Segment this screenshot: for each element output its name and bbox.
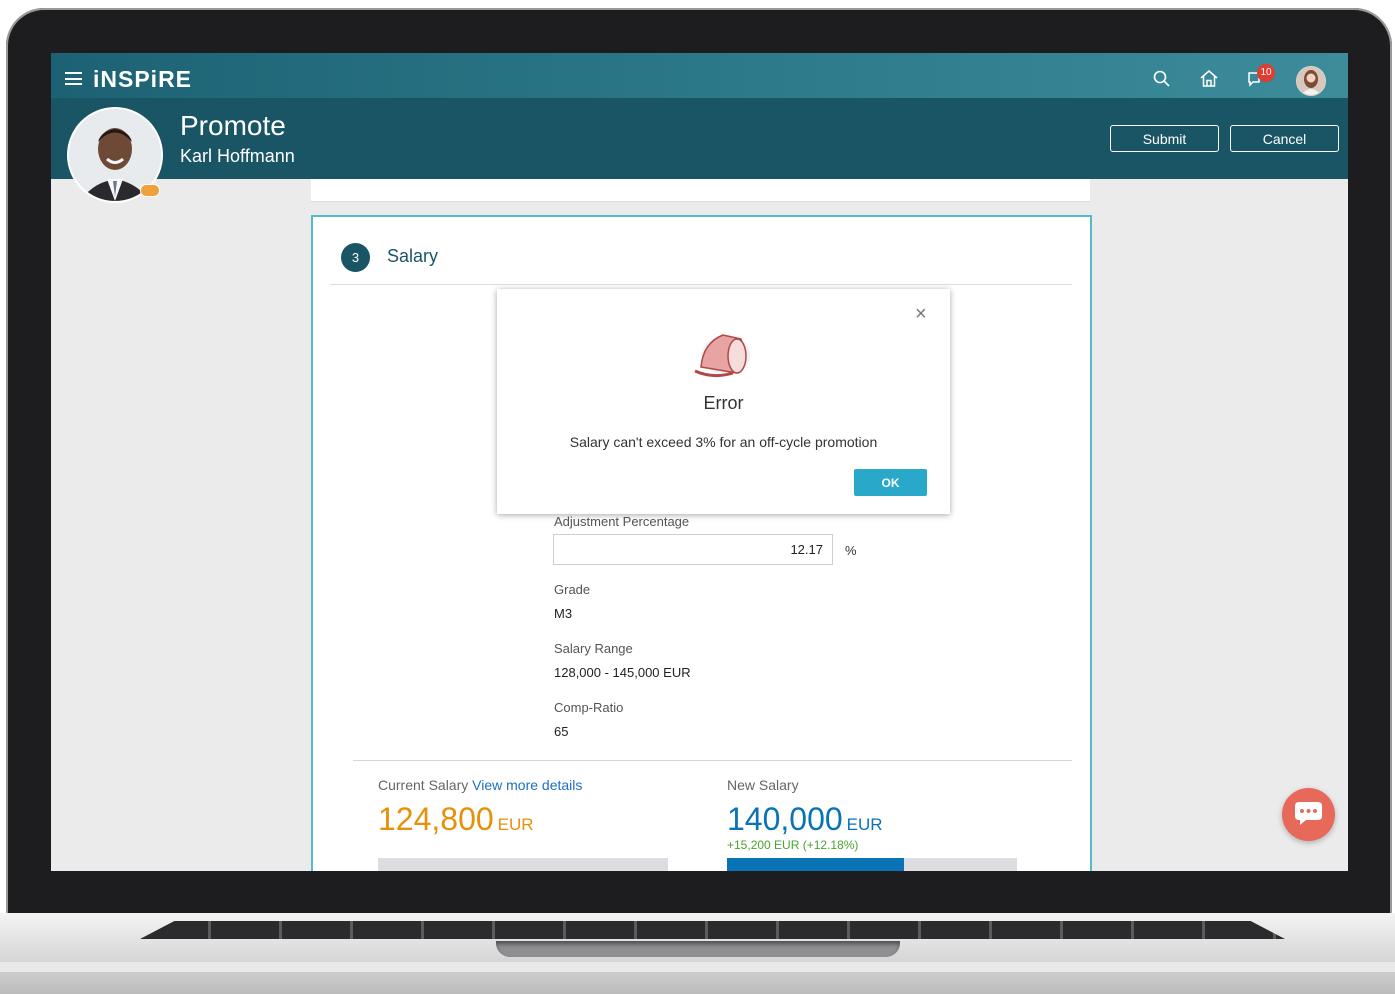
salary-range-value: 128,000 - 145,000 EUR [554,665,691,680]
new-salary-bar [727,858,1017,871]
submit-button[interactable]: Submit [1110,125,1219,152]
grade-value: M3 [554,606,573,621]
app-screen: iNSPiRE 10 Promote Karl Hoffmann Submit … [51,53,1348,871]
current-salary-label: Current Salary [378,777,469,793]
dialog-title: Error [703,393,744,413]
laptop-base-edge [0,962,1395,972]
current-salary-bar [378,858,668,871]
adjustment-percentage-input[interactable] [553,534,833,565]
employee-name: Karl Hoffmann [180,146,295,166]
page-title: Promote [180,110,286,141]
adjustment-percentage-label: Adjustment Percentage [554,514,690,529]
current-salary-bar-fill [378,858,668,871]
menu-icon[interactable] [65,72,82,85]
current-salary-caption: Current Salary View more details [378,777,582,793]
view-more-details-link[interactable]: View more details [472,777,582,793]
status-indicator [140,184,160,197]
laptop-base [0,913,1395,994]
close-icon[interactable]: × [915,304,927,324]
new-salary-currency: EUR [846,815,883,834]
app-logo: iNSPiRE [93,66,193,92]
previous-section-card [311,179,1090,202]
chat-button[interactable] [1282,788,1335,841]
laptop-keyboard [140,921,1285,939]
chat-bubble-icon [1295,802,1322,825]
new-salary-bar-fill [727,858,904,871]
new-salary-value: 140,000 [727,801,843,837]
percent-unit: % [845,543,857,558]
user-avatar[interactable] [1296,66,1326,96]
comp-ratio-value: 65 [554,724,569,739]
home-icon[interactable] [1197,67,1221,91]
error-dialog: × Error Salary can't exceed 3% for an of… [497,289,950,514]
comp-ratio-label: Comp-Ratio [554,700,624,715]
section-title: Salary [387,246,439,266]
current-salary-value: 124,800 [378,801,494,837]
grade-label: Grade [554,582,591,597]
current-salary-amount: 124,800 EUR [378,801,534,838]
new-salary-label: New Salary [727,777,799,793]
salary-divider [353,760,1072,761]
section-divider [330,284,1072,285]
laptop-trackpad [496,941,900,957]
current-salary-currency: EUR [497,815,534,834]
search-icon[interactable] [1150,67,1174,91]
top-nav-bar: iNSPiRE 10 [51,53,1348,98]
salary-range-label: Salary Range [554,641,633,656]
step-number: 3 [341,243,370,272]
page-header: Promote Karl Hoffmann Submit Cancel [51,98,1348,179]
new-salary-amount: 140,000 EUR [727,801,883,838]
cancel-button[interactable]: Cancel [1230,125,1339,152]
salary-section-card: 3 Salary Adjustment Percentage % Grade M… [311,215,1092,871]
ok-button[interactable]: OK [854,469,927,496]
salary-change: +15,200 EUR (+12.18%) [727,838,859,852]
error-illustration-icon [694,334,750,378]
notification-badge: 10 [1257,64,1275,82]
dialog-message: Salary can't exceed 3% for an off-cycle … [569,434,878,450]
